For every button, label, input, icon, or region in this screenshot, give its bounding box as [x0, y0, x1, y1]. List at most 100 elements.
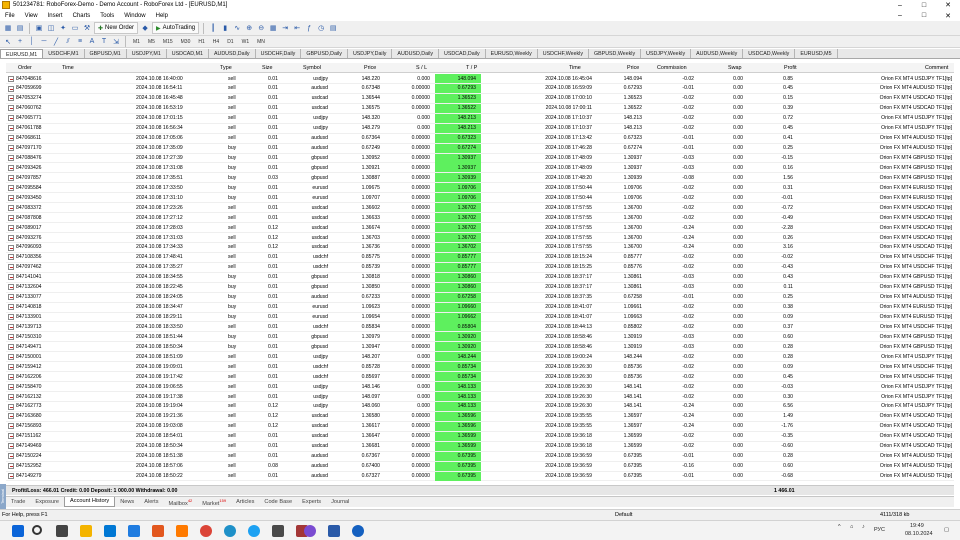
table-row[interactable]: 847053274 2024.10.08 16:45:48 sell 0.01 usdc… [6, 93, 954, 104]
table-row[interactable]: 847089017 2024.10.08 17:28:03 sell 0.12 usdc… [6, 223, 954, 233]
table-row[interactable]: 847158470 2024.10.08 19:06:55 sell 0.01 usdj… [6, 382, 954, 392]
viber-icon[interactable] [304, 525, 316, 537]
mail-icon[interactable] [128, 525, 140, 537]
chart-tab[interactable]: USDCAD,M1 [167, 49, 209, 58]
chart-tab[interactable]: GBPUSD,M1 [85, 49, 127, 58]
new-order-button[interactable]: ✚ New Order [94, 22, 139, 34]
periods-icon[interactable]: ◷ [316, 23, 326, 33]
tab-market[interactable]: Market159 [197, 498, 231, 507]
table-row[interactable]: 847151162 2024.10.08 18:54:01 sell 0.01 usdc… [6, 431, 954, 442]
menu-file[interactable]: File [0, 13, 20, 19]
chart-tab[interactable]: USDCHF,Daily [256, 49, 302, 58]
col-comment-header[interactable]: Comment [925, 65, 948, 71]
maximize-button[interactable]: □ [912, 2, 936, 9]
table-row[interactable]: 847149469 2024.10.08 18:50:34 sell 0.01 usdc… [6, 441, 954, 452]
chart-tab[interactable]: GBPUSD,Weekly [589, 49, 642, 58]
col-tp-header[interactable]: T / P [466, 65, 477, 71]
col-commission-header[interactable]: Commission [657, 65, 687, 71]
table-row[interactable]: 847150224 2024.10.08 18:51:38 sell 0.01 audu… [6, 451, 954, 462]
timeframe-m5[interactable]: M5 [145, 39, 158, 45]
close-button[interactable]: ✕ [936, 1, 960, 9]
timeframe-m15[interactable]: M15 [160, 39, 176, 45]
tab-account-history[interactable]: Account History [64, 497, 116, 507]
tab-alerts[interactable]: Alerts [139, 499, 163, 505]
table-row[interactable]: 847093426 2024.10.08 17:31:08 buy 0.01 gbpus… [6, 163, 954, 174]
table-row[interactable]: 847048616 2024.10.08 16:40:00 sell 0.01 usdj… [6, 74, 954, 84]
table-row[interactable]: 847139713 2024.10.08 18:33:50 sell 0.01 usdc… [6, 322, 954, 333]
fibonacci-icon[interactable]: ≡ [75, 37, 85, 47]
market-watch-icon[interactable]: ▣ [34, 23, 44, 33]
templates-icon[interactable]: ▤ [328, 23, 338, 33]
indicators-icon[interactable]: ƒ [304, 23, 314, 33]
vertical-line-icon[interactable]: │ [27, 37, 37, 47]
table-row[interactable]: 847159412 2024.10.08 19:09:01 sell 0.01 usdc… [6, 362, 954, 373]
table-row[interactable]: 847061788 2024.10.08 16:56:34 sell 0.01 usdj… [6, 123, 954, 134]
table-row[interactable]: 847133077 2024.10.08 18:24:05 buy 0.01 audus… [6, 292, 954, 303]
chart-tab[interactable]: AUDUSD,Daily [209, 49, 256, 58]
chart-tab[interactable]: USDJPY,Weekly [641, 49, 692, 58]
tab-mailbox[interactable]: Mailbox42 [164, 498, 198, 507]
table-row[interactable]: 847096093 2024.10.08 17:34:33 sell 0.12 usdc… [6, 242, 954, 253]
table-row[interactable]: 847150001 2024.10.08 18:51:09 sell 0.01 usdj… [6, 352, 954, 363]
child-close-button[interactable]: ✕ [936, 12, 960, 20]
col-type-header[interactable]: Type [220, 65, 232, 71]
navigator-icon[interactable]: ✦ [58, 23, 68, 33]
app-icon-blue[interactable] [352, 525, 364, 537]
office-icon[interactable] [152, 525, 164, 537]
chart-shift-icon[interactable]: ⇤ [292, 23, 302, 33]
bar-chart-icon[interactable]: ┃ [208, 23, 218, 33]
menu-window[interactable]: Window [119, 13, 150, 19]
child-minimize-button[interactable]: – [888, 12, 912, 20]
search-icon[interactable] [32, 525, 42, 535]
table-row[interactable]: 847093276 2024.10.08 17:31:03 sell 0.12 usdc… [6, 233, 954, 243]
timeframe-d1[interactable]: D1 [224, 39, 236, 45]
table-row[interactable]: 847163680 2024.10.08 19:21:36 sell 0.12 usdc… [6, 411, 954, 422]
table-row[interactable]: 847149279 2024.10.08 18:50:22 sell 0.01 audu… [6, 471, 954, 482]
tab-news[interactable]: News [115, 499, 139, 505]
tester-icon[interactable]: ⚒ [82, 23, 92, 33]
chart-tab[interactable]: USDCHF,M1 [43, 49, 85, 58]
start-icon[interactable] [12, 525, 24, 537]
language-indicator[interactable]: РУС [874, 527, 885, 533]
zoom-in-icon[interactable]: ⊕ [244, 23, 254, 33]
table-row[interactable]: 847083372 2024.10.08 17:23:26 sell 0.01 usdc… [6, 203, 954, 214]
timeframe-h4[interactable]: H4 [210, 39, 222, 45]
menu-help[interactable]: Help [151, 13, 173, 19]
chart-tab[interactable]: USDCAD,Weekly [743, 49, 796, 58]
volume-icon[interactable]: ♪ [862, 524, 865, 530]
table-row[interactable]: 847097170 2024.10.08 17:35:09 buy 0.01 audus… [6, 143, 954, 154]
chart-tab[interactable]: EURUSD,Weekly [486, 49, 538, 58]
telegram-icon[interactable] [248, 525, 260, 537]
zoom-out-icon[interactable]: ⊖ [256, 23, 266, 33]
settings-icon[interactable] [272, 525, 284, 537]
tab-exposure[interactable]: Exposure [30, 499, 64, 505]
col-close-price-header[interactable]: Price [627, 65, 639, 71]
timeframe-mn[interactable]: MN [254, 39, 268, 45]
notifications-icon[interactable]: ▢ [944, 527, 949, 533]
tab-journal[interactable]: Journal [326, 499, 354, 505]
table-row[interactable]: 847162132 2024.10.08 19:17:38 sell 0.01 usdj… [6, 392, 954, 402]
file-explorer-icon[interactable] [80, 525, 92, 537]
timeframe-w1[interactable]: W1 [239, 39, 253, 45]
table-row[interactable]: 847150310 2024.10.08 18:51:44 buy 0.01 gbpus… [6, 332, 954, 343]
col-open-time-header[interactable]: Time [62, 65, 74, 71]
table-row[interactable]: 847088476 2024.10.08 17:27:39 buy 0.01 gbpus… [6, 153, 954, 164]
col-swap-header[interactable]: Swap [728, 65, 742, 71]
menu-view[interactable]: View [20, 13, 43, 19]
table-row[interactable]: 847068611 2024.10.08 17:05:06 sell 0.01 audu… [6, 133, 954, 144]
line-chart-icon[interactable]: ∿ [232, 23, 242, 33]
table-row[interactable]: 847065771 2024.10.08 17:01:15 sell 0.01 usdj… [6, 113, 954, 124]
menu-charts[interactable]: Charts [68, 13, 96, 19]
channel-icon[interactable]: ⫽ [63, 37, 73, 47]
col-sl-header[interactable]: S / L [416, 65, 427, 71]
table-row[interactable]: 847095584 2024.10.08 17:33:50 buy 0.01 eurus… [6, 183, 954, 194]
chart-tab[interactable]: USDJPY,M1 [127, 49, 167, 58]
table-row[interactable]: 847097857 2024.10.08 17:35:51 buy 0.03 gbpus… [6, 173, 954, 184]
minimize-button[interactable]: – [888, 2, 912, 9]
tile-windows-icon[interactable]: ▦ [268, 23, 278, 33]
col-open-price-header[interactable]: Price [364, 65, 376, 71]
child-restore-button[interactable]: □ [912, 12, 936, 20]
table-row[interactable]: 847156893 2024.10.08 19:03:08 sell 0.12 usdc… [6, 421, 954, 432]
network-icon[interactable]: ⌂ [850, 524, 853, 530]
col-profit-header[interactable]: Profit [784, 65, 797, 71]
